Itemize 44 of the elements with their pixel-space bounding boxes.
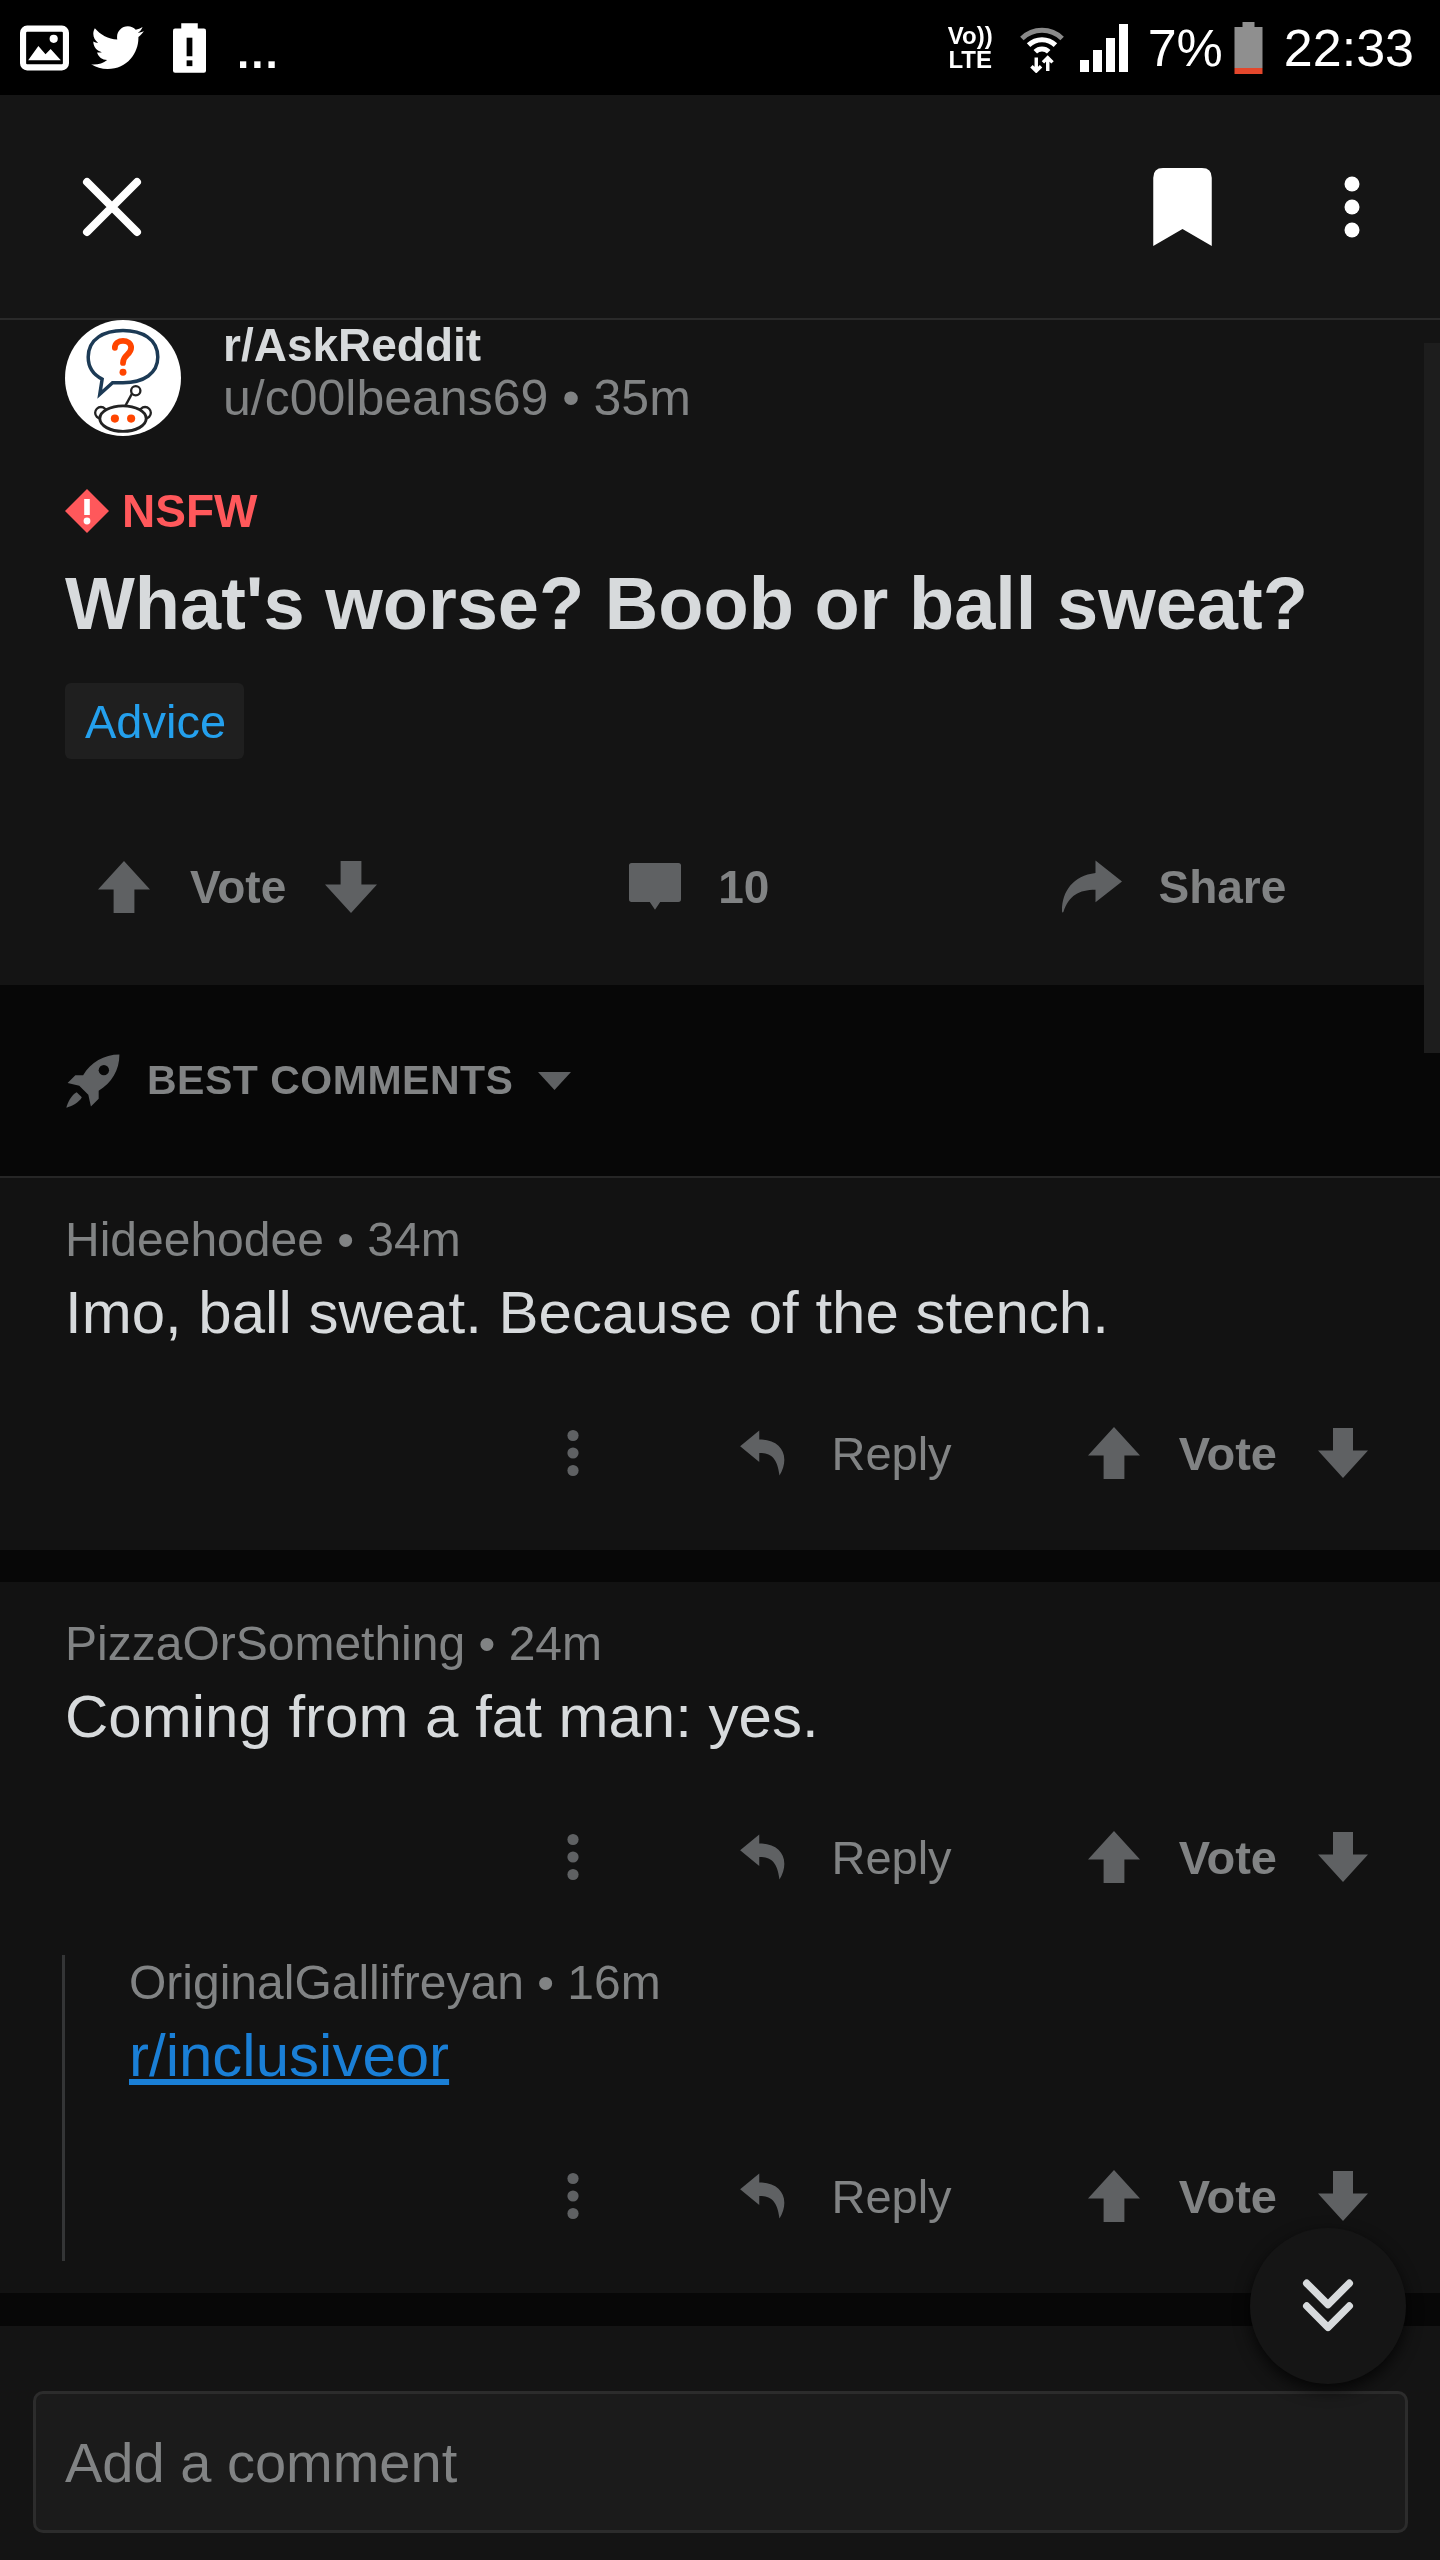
close-icon[interactable] (82, 176, 142, 237)
clock-time: 22:33 (1283, 21, 1414, 74)
downvote-icon[interactable] (325, 861, 378, 913)
downvote-icon[interactable] (1318, 1428, 1368, 1478)
comment-byline: Hideehodee • 34m (65, 1212, 461, 1268)
upvote-icon[interactable] (98, 861, 150, 913)
comment-text: Imo, ball sweat. Because of the stench. (65, 1280, 1109, 1346)
nsfw-tag: NSFW (122, 486, 258, 536)
vote-label: Vote (1178, 2172, 1277, 2220)
bird-icon (91, 25, 144, 70)
volte-indicator: Vo)) LTE (947, 23, 993, 72)
comment-text: Coming from a fat man: yes. (65, 1684, 819, 1750)
signal-icon (1077, 23, 1130, 72)
flair-tag: Advice (65, 683, 245, 759)
subreddit-name[interactable]: r/AskReddit (223, 320, 482, 370)
post-byline: u/c00lbeans69 • 35m (223, 370, 691, 426)
comments-button[interactable]: 10 (629, 862, 770, 912)
downvote-icon[interactable] (1318, 1832, 1368, 1882)
more-options-icon[interactable] (1344, 175, 1360, 238)
comment-bubble-icon (629, 862, 682, 912)
gallery-icon (20, 24, 69, 71)
caret-down-icon (538, 1071, 572, 1090)
vote-label: Vote (190, 864, 287, 910)
share-arrow-icon (1062, 859, 1123, 915)
vote-label: Vote (1178, 1833, 1277, 1881)
warning-icon (65, 489, 109, 533)
upvote-icon[interactable] (1087, 2170, 1140, 2222)
subreddit-link[interactable]: r/inclusiveor (129, 2023, 450, 2089)
upvote-icon[interactable] (1087, 1427, 1140, 1479)
double-chevron-down-icon (1301, 2279, 1355, 2333)
share-button[interactable]: Share (1062, 859, 1287, 915)
downvote-icon[interactable] (1318, 2171, 1368, 2221)
bookmark-icon[interactable] (1153, 167, 1212, 246)
battery-alert-icon (173, 22, 206, 73)
comment-input-field[interactable]: Add a comment (33, 2391, 1408, 2533)
rocket-icon (65, 1052, 122, 1109)
more-notifications-indicator: ... (237, 26, 280, 75)
sort-dropdown[interactable]: BEST COMMENTS (65, 1052, 572, 1109)
upvote-icon[interactable] (1087, 1831, 1140, 1883)
post-title: What's worse? Boob or ball sweat? (65, 562, 1308, 646)
comment-byline: PizzaOrSomething • 24m (65, 1616, 603, 1672)
comment-byline: OriginalGallifreyan • 16m (129, 1955, 661, 2011)
vote-label: Vote (1178, 1429, 1277, 1477)
battery-percent: 7% (1147, 21, 1223, 74)
